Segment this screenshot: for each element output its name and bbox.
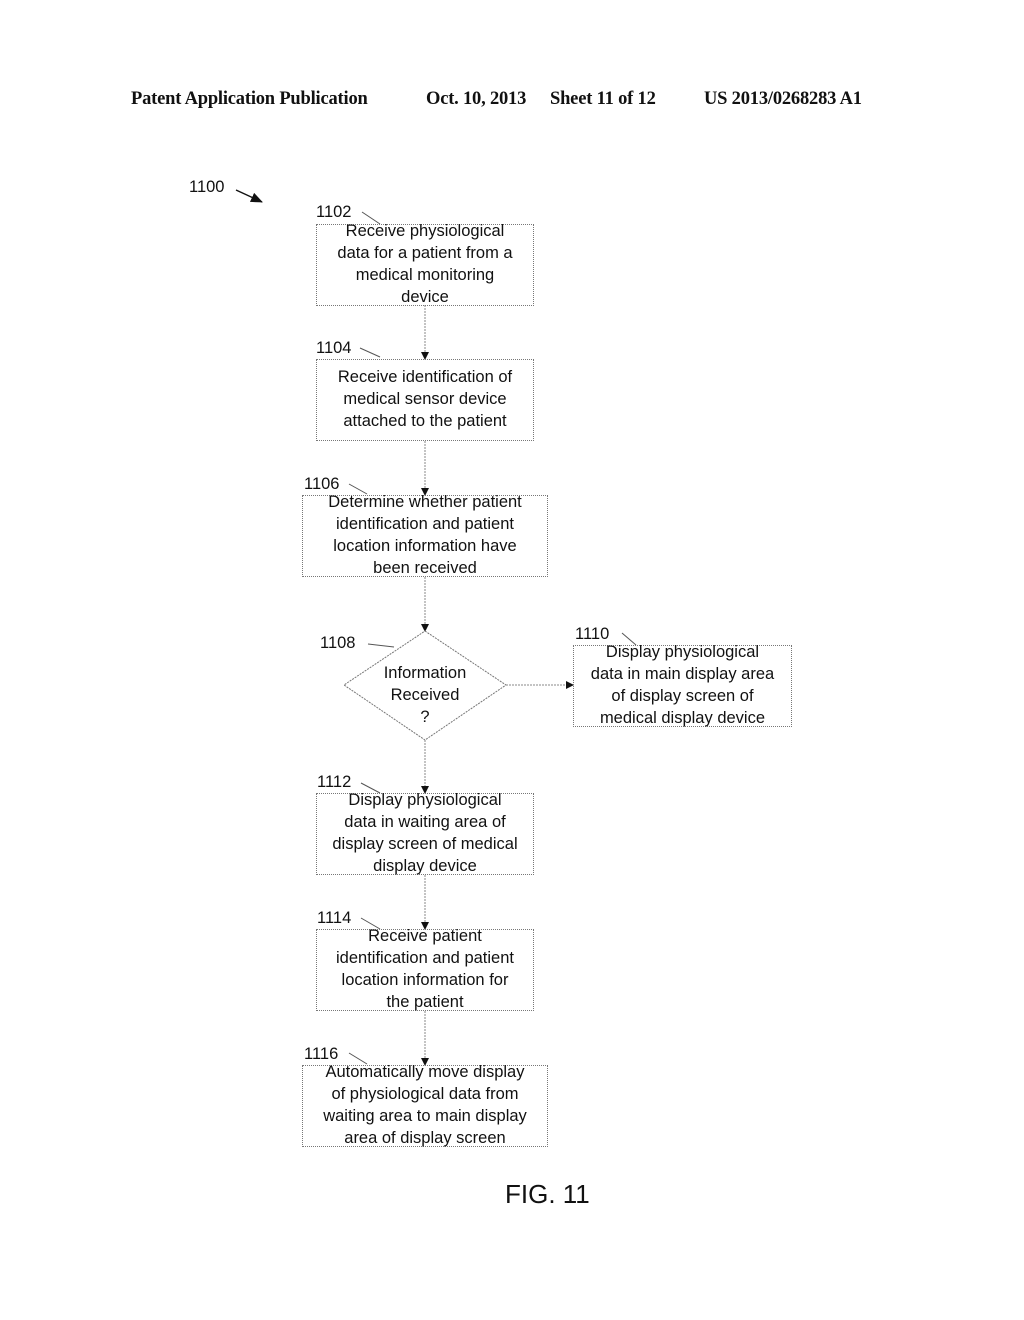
leader-1108 <box>367 643 395 648</box>
step-ref-1106: 1106 <box>304 475 340 493</box>
step-ref-1116: 1116 <box>304 1045 339 1063</box>
box-line: location information for <box>341 971 509 989</box>
process-box-1104: Receive identification of medical sensor… <box>316 359 534 441</box>
box-line: waiting area to main display <box>323 1107 527 1125</box>
step-ref-1104: 1104 <box>316 339 352 357</box>
box-line: Display physiological <box>348 791 502 810</box>
decision-text-1108: Information Received ? <box>355 663 495 728</box>
process-box-1114: Receive patient identification and patie… <box>316 927 534 1011</box>
step-ref-1114: 1114 <box>317 909 352 927</box>
box-line: display device <box>373 856 477 875</box>
figure-ref-arrow <box>235 189 263 203</box>
box-line: Automatically move display <box>325 1063 525 1082</box>
leader-1104 <box>359 347 381 358</box>
process-box-1116: Automatically move display of physiologi… <box>302 1063 548 1147</box>
box-line: attached to the patient <box>343 411 507 430</box>
box-line: the patient <box>386 992 464 1011</box>
process-box-1112: Display physiological data in waiting ar… <box>316 791 534 875</box>
step-ref-1102: 1102 <box>316 203 352 221</box>
decision-line: ? <box>420 707 430 726</box>
step-ref-1110: 1110 <box>575 625 610 643</box>
box-line: Receive patient <box>368 927 482 946</box>
box-line: been received <box>373 558 477 577</box>
step-ref-1108: 1108 <box>320 634 356 652</box>
box-line: Receive identification of <box>337 368 513 387</box>
box-line: data for a patient from a <box>337 244 513 263</box>
box-line: display screen of medical <box>332 835 518 853</box>
box-line: identification and patient <box>336 949 514 968</box>
process-box-1110: Display physiological data in main displ… <box>573 643 792 727</box>
box-line: of display screen of <box>611 687 754 705</box>
box-line: Determine whether patient <box>328 493 522 512</box>
figure-ref-label: 1100 <box>189 178 225 196</box>
step-ref-1112: 1112 <box>317 773 352 791</box>
box-line: medical sensor device <box>343 390 507 409</box>
box-line: identification and patient <box>336 515 514 534</box>
box-line: data in waiting area of <box>344 813 506 832</box>
process-box-1106: Determine whether patient identification… <box>302 493 548 577</box>
box-line: Display physiological <box>605 643 760 662</box>
box-line: data in main display area <box>590 665 775 684</box>
box-line: location information have <box>333 537 517 555</box>
figure-label: FIG. 11 <box>505 1179 590 1209</box>
box-line: Receive physiological <box>345 222 505 241</box>
box-line: device <box>401 287 449 306</box>
box-line: medical monitoring <box>355 266 495 284</box>
process-box-1102: Receive physiological data for a patient… <box>316 222 534 306</box>
box-line: area of display screen <box>344 1128 506 1147</box>
box-line: of physiological data from <box>331 1085 519 1104</box>
decision-line: Received <box>390 685 460 704</box>
box-line: medical display device <box>599 708 766 727</box>
decision-line: Information <box>383 664 467 682</box>
